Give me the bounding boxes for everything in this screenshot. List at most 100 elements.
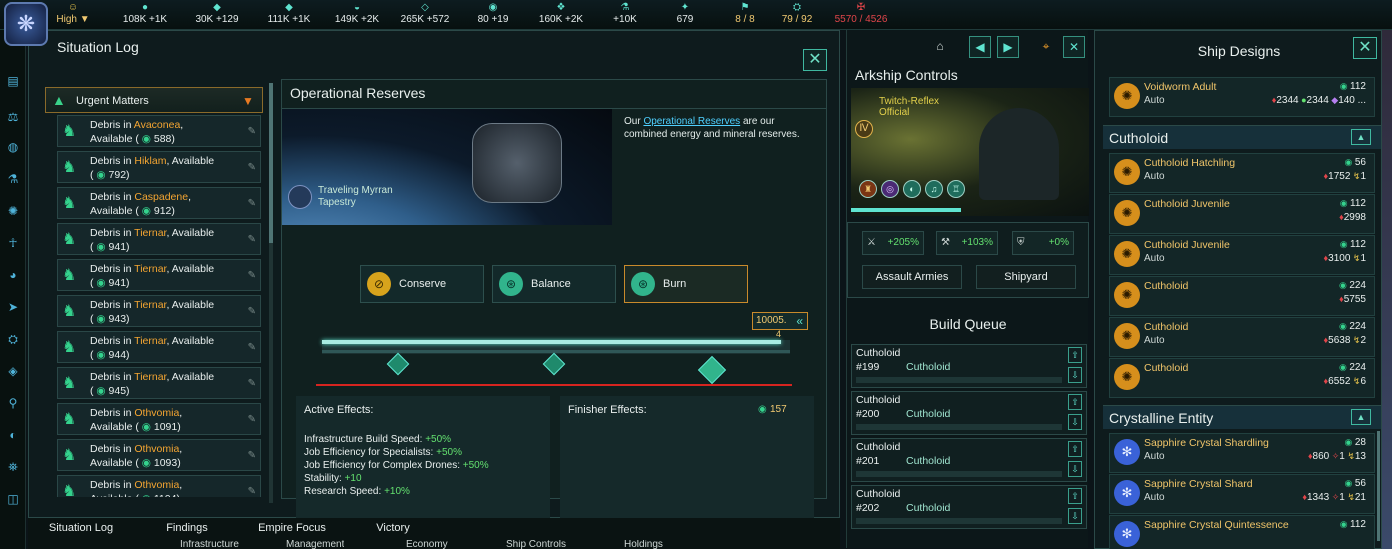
pin-icon[interactable]: ✎ [248, 162, 256, 173]
urgent-matters-header[interactable]: ▲ Urgent Matters ▼ [45, 87, 263, 113]
pin-icon[interactable]: ✎ [248, 486, 256, 497]
resource-item[interactable]: ☺ High ▼ [38, 2, 108, 26]
tab-management[interactable]: Management [286, 540, 344, 549]
ship-design-row[interactable]: ✻ Sapphire Crystal Shard Auto ◉ 56 ♦1343 ✧1 … [1109, 474, 1375, 514]
list-item[interactable]: ♞ Debris in Othvomia, Available ( ◉ 1093) ✎ [57, 439, 261, 471]
list-item[interactable]: ♞ Debris in Tiernar, Available ( ◉ 944) ✎ [57, 331, 261, 363]
close-icon[interactable]: ✕ [803, 49, 827, 71]
technology-icon[interactable]: ⚗ [4, 170, 22, 188]
resource-item[interactable]: ◆ 30K +129 [182, 2, 252, 26]
pin-icon[interactable]: ✎ [248, 450, 256, 461]
move-down-icon[interactable]: ⇩ [1068, 367, 1082, 383]
list-item[interactable]: ♞ Debris in Tiernar, Available ( ◉ 943) ✎ [57, 295, 261, 327]
shipyard-stat[interactable]: ⚒ +103% [936, 231, 998, 255]
reserves-value-input[interactable]: 10005. « [752, 312, 808, 330]
trait-icon[interactable]: ◎ [881, 180, 899, 198]
planet-link[interactable]: Othvomia [134, 479, 179, 491]
leader-portrait[interactable]: Twitch-Reflex Official Ⅳ ♜ ◎ ◐ ♫ ♖ [851, 88, 1089, 216]
collapse-icon[interactable]: ▲ [1351, 129, 1371, 145]
list-item[interactable]: ♞ Debris in Avaconea, Available ( ◉ 588) ✎ [57, 115, 261, 147]
tab-findings[interactable]: Findings [144, 518, 230, 538]
pin-icon[interactable]: ✎ [248, 414, 256, 425]
mode-conserve-button[interactable]: ⊘ Conserve [360, 265, 484, 303]
list-item[interactable]: ♞ Debris in Hiklam, Available ( ◉ 792) ✎ [57, 151, 261, 183]
pin-icon[interactable]: ✎ [248, 270, 256, 281]
settings-icon[interactable]: ◫ [4, 490, 22, 508]
resource-item[interactable]: ● 108K +1K [110, 2, 180, 26]
pin-icon[interactable]: ✎ [248, 126, 256, 137]
tab-situation-log[interactable]: Situation Log [38, 518, 124, 538]
tab-infrastructure[interactable]: Infrastructure [180, 540, 239, 549]
section-header[interactable]: Cutholoid ▲ [1103, 125, 1381, 149]
move-down-icon[interactable]: ⇩ [1068, 508, 1082, 524]
trait-icon[interactable]: ♫ [925, 180, 943, 198]
planet-link[interactable]: Tiernar [134, 371, 166, 383]
move-down-icon[interactable]: ⇩ [1068, 461, 1082, 477]
close-icon[interactable]: ✕ [1063, 36, 1085, 58]
tab-ship-controls[interactable]: Ship Controls [506, 540, 566, 549]
close-icon[interactable]: ✕ [1353, 37, 1377, 59]
resource-item[interactable]: ◉ 80 +19 [458, 2, 528, 26]
bank-icon[interactable]: ⌂ [929, 36, 951, 58]
tab-victory[interactable]: Victory [354, 518, 432, 538]
section-header[interactable]: Crystalline Entity ▲ [1103, 405, 1381, 429]
list-item[interactable]: ♞ Debris in Caspadene, Available ( ◉ 912) ✎ [57, 187, 261, 219]
expansion-icon[interactable]: ⛭ [4, 330, 22, 348]
collapse-icon[interactable]: ▼ [242, 94, 254, 108]
tab-holdings[interactable]: Holdings [624, 540, 663, 549]
move-up-icon[interactable]: ⇧ [1068, 488, 1082, 504]
ship-design-row[interactable]: ✺ Cutholoid ◉ 224 ♦6552 ↯6 [1109, 358, 1375, 398]
trait-icon[interactable]: ♜ [859, 180, 877, 198]
planet-link[interactable]: Tiernar [134, 299, 166, 311]
assault-armies-button[interactable]: Assault Armies [862, 265, 962, 289]
scrollbar-thumb[interactable] [269, 83, 273, 243]
tab-economy[interactable]: Economy [406, 540, 448, 549]
ship-design-row[interactable]: ✺ Cutholoid Juvenile ◉ 112 ♦2998 [1109, 194, 1375, 234]
scrollbar-thumb[interactable] [1377, 431, 1380, 541]
threshold-marker-active[interactable] [697, 355, 727, 385]
locate-icon[interactable]: ⌖ [1035, 36, 1057, 58]
move-up-icon[interactable]: ⇧ [1068, 347, 1082, 363]
queue-item[interactable]: Cutholoid #202 Cutholoid ⇧ ⇩ [851, 485, 1087, 529]
queue-item[interactable]: Cutholoid #200 Cutholoid ⇧ ⇩ [851, 391, 1087, 435]
planet-link[interactable]: Othvomia [134, 407, 179, 419]
fleets-icon[interactable]: ➤ [4, 298, 22, 316]
traditions-icon[interactable]: ✺ [4, 202, 22, 220]
planet-link[interactable]: Tiernar [134, 335, 166, 347]
pin-icon[interactable]: ✎ [248, 234, 256, 245]
planet-link[interactable]: Tiernar [134, 263, 166, 275]
military-icon[interactable]: ⛯ [4, 458, 22, 476]
mode-balance-button[interactable]: ⊛ Balance [492, 265, 616, 303]
move-down-icon[interactable]: ⇩ [1068, 414, 1082, 430]
planet-link[interactable]: Othvomia [134, 443, 179, 455]
resource-item[interactable]: ◆ 111K +1K [254, 2, 324, 26]
ship-design-row[interactable]: ✺ Cutholoid Auto ◉ 224 ♦5638 ↯2 [1109, 317, 1375, 357]
species-icon[interactable]: ☥ [4, 234, 22, 252]
planets-icon[interactable]: ◕ [4, 266, 22, 284]
ship-design-row[interactable]: ✺ Cutholoid ◉ 224 ♦5755 [1109, 276, 1375, 316]
move-up-icon[interactable]: ⇧ [1068, 394, 1082, 410]
planet-link[interactable]: Caspadene [134, 191, 188, 203]
next-icon[interactable]: ▶ [997, 36, 1019, 58]
market-icon[interactable]: ◐ [4, 426, 22, 444]
list-item[interactable]: ♞ Debris in Tiernar, Available ( ◉ 945) ✎ [57, 367, 261, 399]
threshold-marker[interactable] [542, 352, 566, 376]
pin-icon[interactable]: ✎ [248, 342, 256, 353]
resource-item[interactable]: ✠ 5570 / 4526 [826, 2, 896, 26]
resource-item[interactable]: ⛭ 79 / 92 [762, 2, 832, 26]
tab-empire-focus[interactable]: Empire Focus [244, 518, 340, 538]
queue-item[interactable]: Cutholoid #201 Cutholoid ⇧ ⇩ [851, 438, 1087, 482]
list-item[interactable]: ♞ Debris in Othvomia, Available ( ◉ 1104) ✎ [57, 475, 261, 497]
ship-design-row[interactable]: ✺ Cutholoid Juvenile Auto ◉ 112 ♦3100 ↯1 [1109, 235, 1375, 275]
planet-link[interactable]: Tiernar [134, 227, 166, 239]
pin-icon[interactable]: ✎ [248, 378, 256, 389]
pin-icon[interactable]: ✎ [248, 198, 256, 209]
queue-item[interactable]: Cutholoid #199 Cutholoid ⇧ ⇩ [851, 344, 1087, 388]
ship-design-row[interactable]: ✻ Sapphire Crystal Shardling Auto ◉ 28 ♦860 … [1109, 433, 1375, 473]
resource-item[interactable]: ◇ 265K +572 [390, 2, 460, 26]
shipyard-button[interactable]: Shipyard [976, 265, 1076, 289]
search-icon[interactable]: ⚲ [4, 394, 22, 412]
reserves-link[interactable]: Operational Reserves [643, 116, 740, 127]
outliner-icon[interactable]: ▤ [4, 72, 22, 90]
list-item[interactable]: ♞ Debris in Tiernar, Available ( ◉ 941) ✎ [57, 259, 261, 291]
